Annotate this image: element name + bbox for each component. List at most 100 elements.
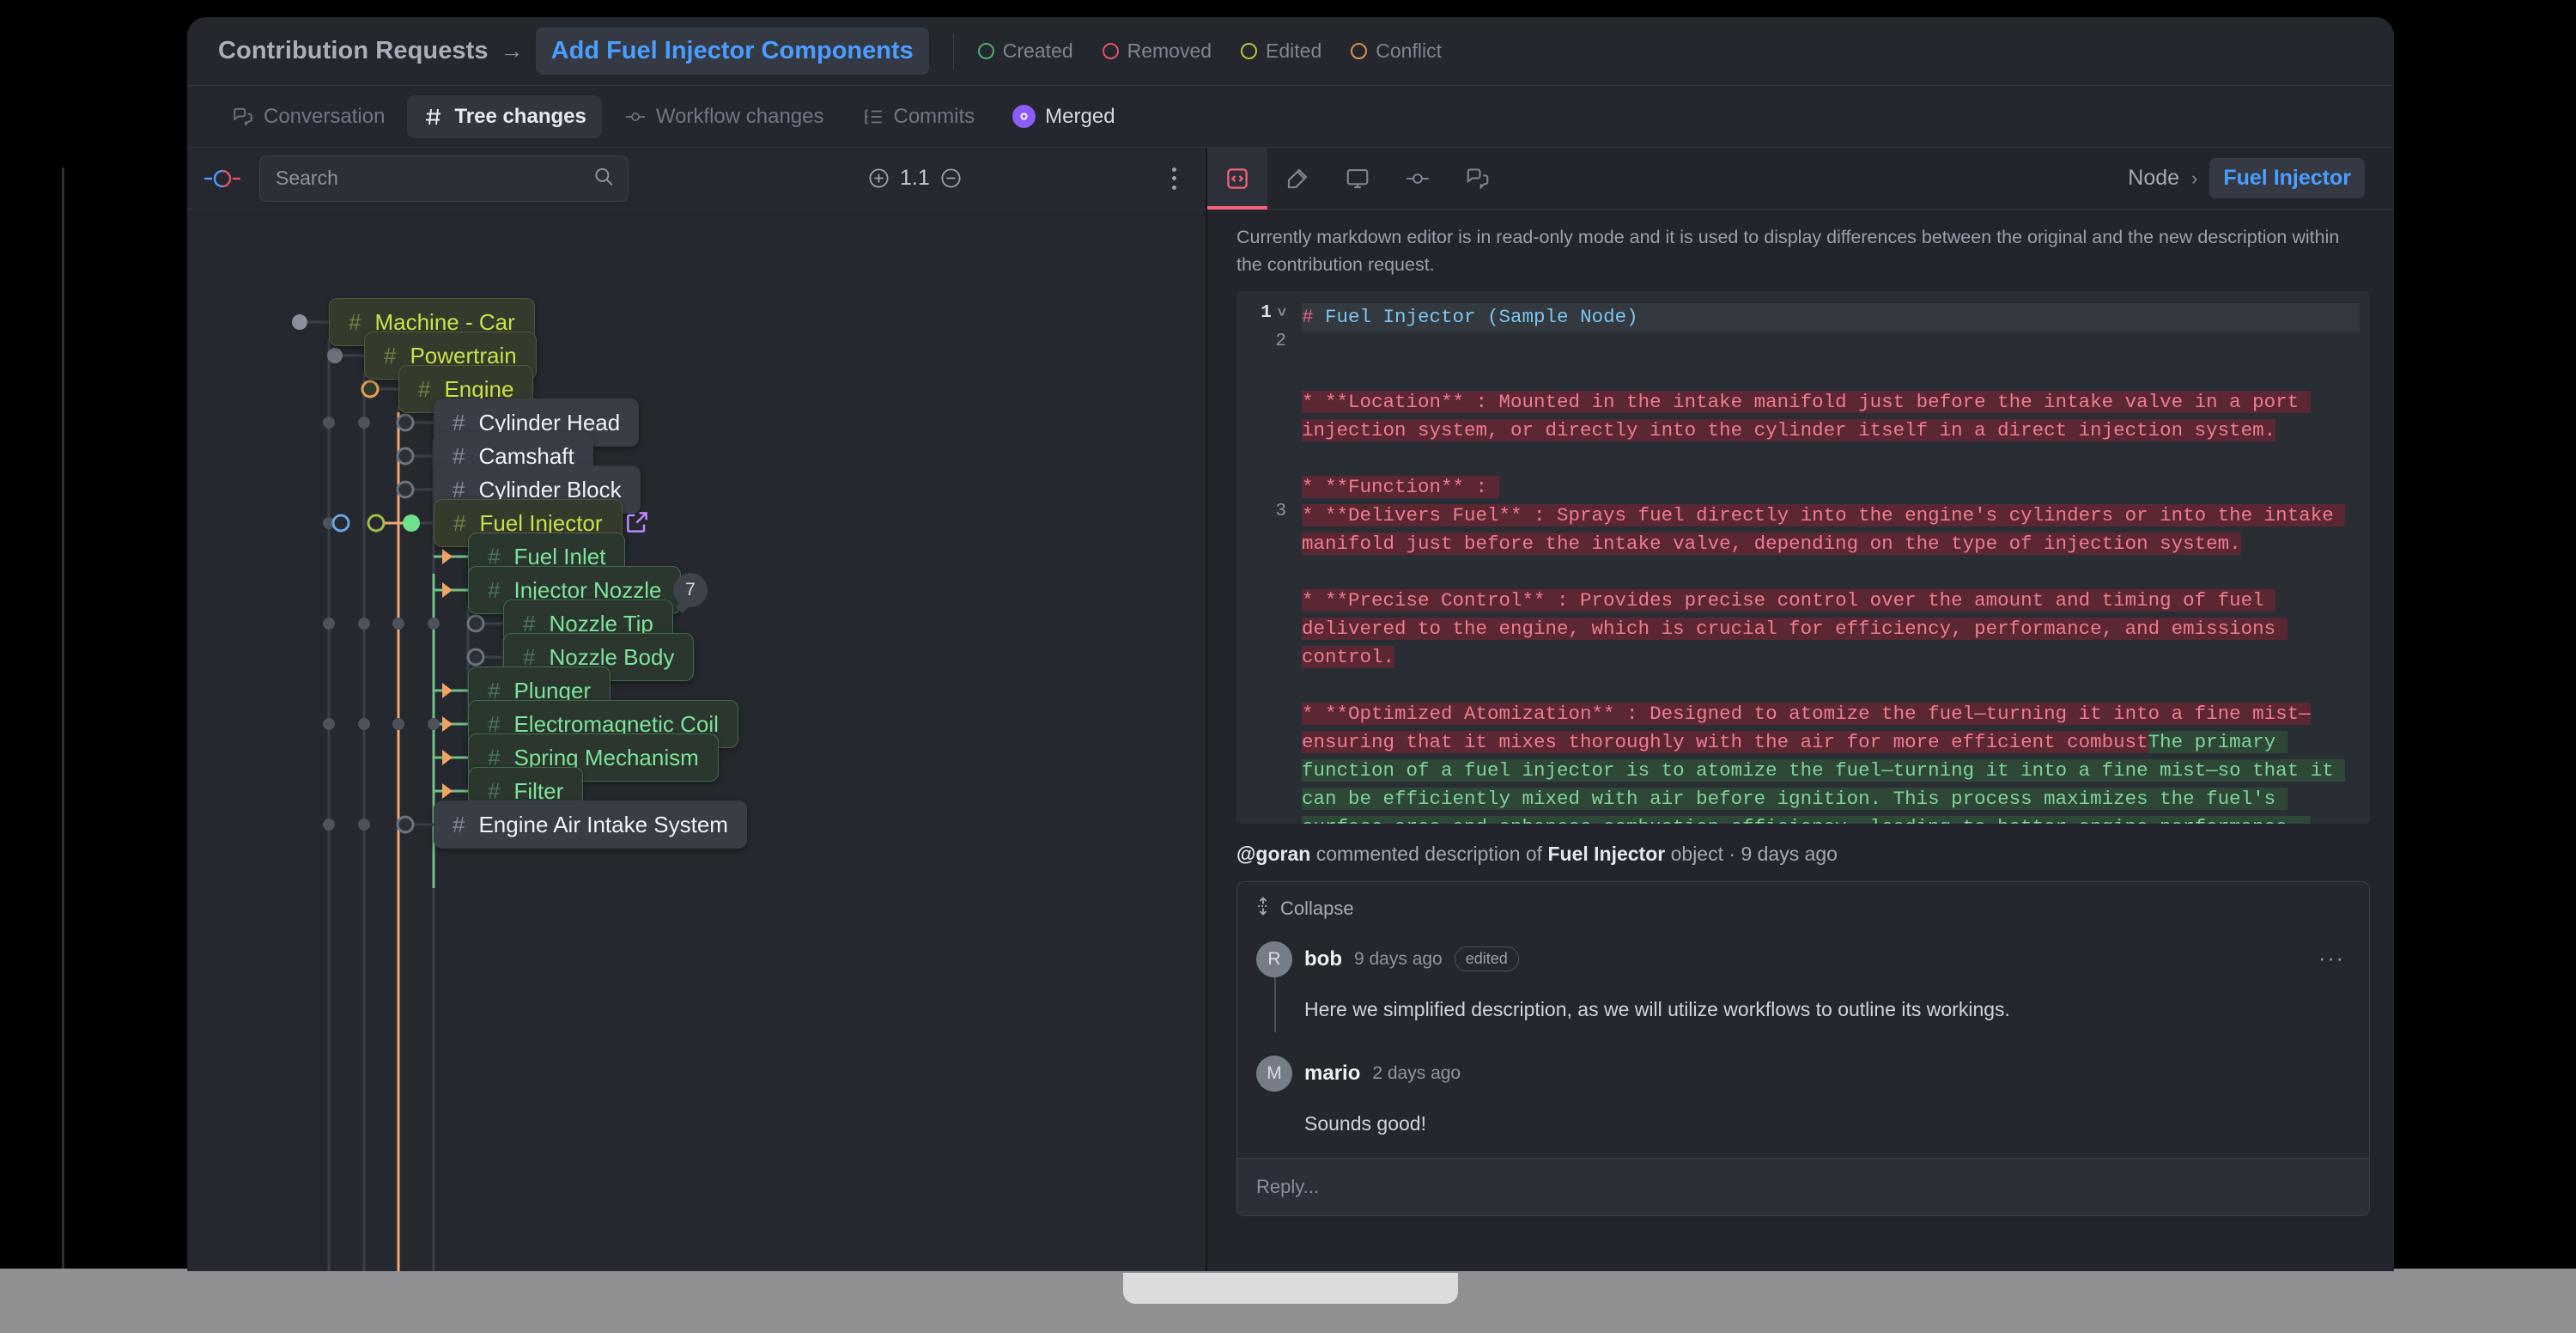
comment-thread-card: Collapse R bob 9 days ago edited ··· Her…	[1236, 880, 2370, 1216]
legend-label-edited: Edited	[1266, 40, 1322, 62]
tree-options-kebab-icon[interactable]	[1161, 163, 1187, 194]
activity-object: Fuel Injector	[1547, 842, 1666, 865]
diff-removed-text: * **Delivers Fuel** : Sprays fuel direct…	[1302, 503, 2346, 555]
edited-dot-icon	[1241, 43, 1258, 59]
line-number: 3	[1275, 501, 1286, 521]
activity-time: 9 days ago	[1741, 842, 1838, 865]
node-hash-icon: #	[453, 509, 466, 536]
node-label: Engine Air Intake System	[478, 811, 728, 837]
collapse-arrows-icon	[1256, 896, 1270, 921]
reply-input[interactable]: Reply...	[1237, 1157, 2369, 1215]
node-hash-icon: #	[453, 811, 465, 837]
tab-label-conversation: Conversation	[264, 104, 386, 128]
activity-action: commented description of	[1310, 842, 1548, 865]
tab-label-commits: Commits	[893, 104, 975, 128]
comment-more-options-icon[interactable]: ···	[2318, 946, 2345, 971]
diff-removed-text: * **Location** : Mounted in the intake m…	[1302, 390, 2311, 441]
diff-removed-text: * **Function** :	[1302, 475, 1499, 498]
tree-canvas[interactable]: # Machine - Car # Powertrain # Engine # …	[187, 210, 1206, 1271]
legend-label-removed: Removed	[1127, 40, 1212, 62]
comment-header: R bob 9 days ago edited ···	[1256, 940, 2345, 977]
fold-chevron-icon: ˅	[1277, 305, 1286, 322]
header-divider	[952, 33, 954, 70]
breadcrumb-arrow-icon: →	[500, 38, 524, 64]
zoom-controls: 1.1	[867, 166, 963, 191]
code-brackets-icon[interactable]	[1207, 147, 1267, 210]
tab-workflow-changes[interactable]: Workflow changes	[609, 95, 840, 138]
diff-removed-text: * **Precise Control** : Provides precise…	[1302, 588, 2287, 668]
activity-header: @goran commented description of Fuel Inj…	[1236, 843, 2370, 881]
node-hash-icon: #	[488, 576, 501, 603]
comment-time: 2 days ago	[1372, 1062, 1461, 1083]
workflow-node-icon[interactable]	[1388, 148, 1448, 210]
collapse-thread-button[interactable]: Collapse	[1237, 882, 2369, 929]
avatar: M	[1256, 1055, 1292, 1092]
comments-icon[interactable]	[1448, 148, 1508, 210]
markdown-diff-content: # Fuel Injector (Sample Node) * **Locati…	[1290, 291, 2370, 824]
tab-conversation[interactable]: Conversation	[216, 95, 400, 138]
legend-label-conflict: Conflict	[1376, 40, 1442, 62]
tab-label-workflow-changes: Workflow changes	[655, 104, 824, 128]
node-hash-icon: #	[349, 308, 361, 335]
tab-label-tree-changes: Tree changes	[454, 104, 586, 128]
comment-time: 9 days ago	[1353, 948, 1443, 969]
node-comment-count-value: 7	[685, 580, 696, 600]
merged-icon	[1012, 105, 1036, 128]
node-hash-icon: #	[384, 342, 397, 368]
tree-toolbar: 1.1	[187, 148, 1206, 210]
commits-list-icon	[862, 106, 884, 128]
breadcrumb-current-item[interactable]: Add Fuel Injector Components	[535, 27, 929, 75]
status-legend: Created Removed Edited Conflict	[977, 40, 1442, 63]
detail-toolbar: Node › Fuel Injector	[1207, 147, 2394, 210]
markdown-heading-line: # Fuel Injector (Sample Node)	[1302, 302, 2360, 332]
line-number: 1 ˅	[1261, 302, 1286, 323]
node-hash-icon: #	[418, 375, 431, 402]
search-input[interactable]	[259, 155, 629, 202]
chevron-right-icon: ›	[2191, 167, 2198, 189]
collapse-label: Collapse	[1280, 897, 1354, 919]
hash-icon	[422, 106, 445, 128]
breadcrumb-root-link[interactable]: Contribution Requests	[218, 37, 489, 65]
zoom-level-value: 1.1	[900, 166, 930, 190]
thread-connector-line	[1274, 977, 1276, 1032]
search-field-wrapper	[259, 155, 629, 202]
header-bar: Contribution Requests → Add Fuel Injecto…	[187, 17, 2394, 86]
bezel-left-edge	[62, 167, 64, 1275]
activity-actor[interactable]: @goran	[1236, 843, 1310, 865]
edit-pencil-icon[interactable]	[1267, 148, 1327, 210]
legend-item-removed: Removed	[1102, 40, 1212, 63]
comments-icon	[232, 106, 254, 128]
activity-action-tail: object ·	[1665, 842, 1741, 865]
laptop-frame: Contribution Requests → Add Fuel Injecto…	[0, 0, 2576, 1333]
detail-pane: Node › Fuel Injector Currently markdown …	[1207, 147, 2394, 1271]
conflict-dot-icon	[1351, 43, 1368, 59]
tab-label-merged: Merged	[1045, 104, 1115, 128]
laptop-notch	[1123, 1273, 1458, 1304]
tree-node-engine-air-intake-system[interactable]: # Engine Air Intake System	[434, 800, 747, 849]
comment-header: M mario 2 days ago	[1256, 1055, 2345, 1092]
legend-label-created: Created	[1002, 40, 1073, 62]
comment-author[interactable]: bob	[1304, 947, 1342, 971]
detail-breadcrumb: Node › Fuel Injector	[2128, 158, 2394, 198]
tree-root-node-icon	[203, 166, 242, 192]
comment-body: Sounds good!	[1304, 1111, 1426, 1135]
comment-edited-badge: edited	[1454, 946, 1519, 971]
monitor-icon[interactable]	[1327, 148, 1388, 210]
tab-commits[interactable]: Commits	[847, 95, 991, 138]
tab-tree-changes[interactable]: Tree changes	[407, 94, 602, 138]
avatar: R	[1256, 940, 1292, 977]
tab-merged-status[interactable]: Merged	[997, 95, 1130, 138]
markdown-diff-editor[interactable]: 1 ˅ 2 3 # Fuel Injector (Sample Node) * *…	[1236, 290, 2370, 824]
body-split: 1.1	[187, 147, 2394, 1271]
created-dot-icon	[977, 43, 994, 59]
comment-author[interactable]: mario	[1304, 1062, 1360, 1086]
detail-breadcrumb-root[interactable]: Node	[2128, 166, 2179, 191]
zoom-in-button[interactable]	[867, 167, 890, 190]
detail-breadcrumb-current[interactable]: Fuel Injector	[2209, 158, 2365, 198]
node-comment-count-badge[interactable]: 7	[673, 573, 708, 607]
line-number: 2	[1275, 331, 1286, 351]
open-in-new-tab-icon[interactable]	[623, 508, 651, 540]
zoom-out-button[interactable]	[939, 167, 963, 190]
workflow-node-icon	[624, 106, 647, 128]
legend-item-edited: Edited	[1241, 40, 1321, 63]
